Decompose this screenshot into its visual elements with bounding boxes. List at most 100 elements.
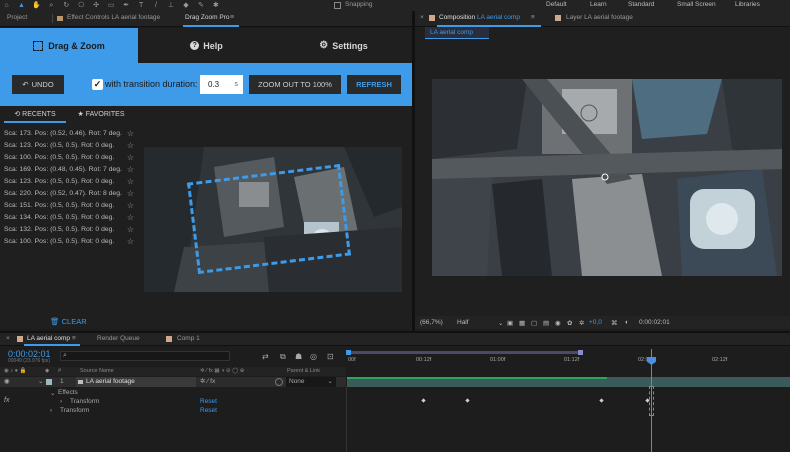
- close-icon[interactable]: ×: [6, 335, 10, 342]
- tab-recents[interactable]: ⟲ RECENTS: [4, 109, 66, 123]
- exposure-icon[interactable]: ✲: [579, 319, 584, 327]
- keyframe[interactable]: [599, 398, 604, 403]
- work-area-bar[interactable]: [346, 351, 580, 354]
- expand-chevron-icon[interactable]: ›: [50, 407, 52, 414]
- zoom-level[interactable]: (66,7%): [420, 319, 443, 326]
- transform-group[interactable]: Transform: [60, 407, 89, 414]
- tab-effect-controls[interactable]: Effect Controls LA aerial footage: [67, 14, 160, 21]
- clone-tool-icon[interactable]: ⊥: [166, 1, 175, 10]
- comp-breadcrumb[interactable]: LA aerial comp: [425, 27, 489, 39]
- recent-item[interactable]: Sca: 169. Pos: (0.48, 0.45). Rot: 7 deg.…: [0, 164, 138, 176]
- color-icon[interactable]: ✿: [567, 319, 572, 327]
- tab-layer[interactable]: Layer LA aerial footage: [566, 14, 633, 21]
- puppet-tool-icon[interactable]: ✱: [211, 1, 220, 10]
- eraser-tool-icon[interactable]: ◆: [181, 1, 190, 10]
- effects-label[interactable]: Effects: [58, 389, 78, 396]
- workspace-standard[interactable]: Standard: [628, 1, 654, 8]
- layer-switches-icons[interactable]: ✲ ⁄ fx: [200, 377, 215, 387]
- comp-mini-flowchart-icon[interactable]: ⇄: [262, 352, 269, 361]
- tab-project[interactable]: Project: [7, 14, 27, 21]
- shy-icon[interactable]: ☗: [295, 352, 302, 361]
- keyframe[interactable]: [465, 398, 470, 403]
- reset-link[interactable]: Reset: [200, 398, 217, 405]
- recent-item[interactable]: Sca: 132. Pos: (0.5, 0.5). Rot: 0 deg. ☆: [0, 224, 138, 236]
- col-source-name[interactable]: Source Name: [80, 368, 114, 374]
- favorite-star-icon[interactable]: ☆: [127, 164, 134, 176]
- show-snapshot-icon[interactable]: ◐: [625, 319, 629, 326]
- tab-help[interactable]: ? Help: [138, 28, 275, 63]
- transparency-grid-icon[interactable]: ▦: [519, 319, 525, 327]
- expand-chevron-icon[interactable]: ›: [60, 398, 62, 405]
- guides-icon[interactable]: ▤: [543, 319, 549, 327]
- layer-row[interactable]: ◉ ⌄ 1 LA aerial footage ✲ ⁄ fx None ⌄: [0, 377, 346, 387]
- exposure-value[interactable]: +0,0: [589, 319, 602, 326]
- label-color-swatch[interactable]: [46, 379, 52, 385]
- keyframe[interactable]: [421, 398, 426, 403]
- tab-render-queue[interactable]: Render Queue: [97, 335, 140, 342]
- workspace-libraries[interactable]: Libraries: [735, 1, 760, 8]
- recent-item[interactable]: Sca: 100. Pos: (0.5, 0.5). Rot: 0 deg. ☆: [0, 152, 138, 164]
- transform-effect[interactable]: Transform: [70, 398, 99, 405]
- layer-duration-bar[interactable]: [347, 377, 790, 387]
- favorite-star-icon[interactable]: ☆: [127, 212, 134, 224]
- recent-item[interactable]: Sca: 173. Pos: (0.52, 0.46). Rot: 7 deg.…: [0, 128, 138, 140]
- graph-editor-icon[interactable]: ⊡: [327, 352, 334, 361]
- mask-icon[interactable]: ▢: [531, 319, 537, 327]
- workspace-default[interactable]: Default: [546, 1, 567, 8]
- tab-comp-1[interactable]: Comp 1: [177, 335, 200, 342]
- close-icon[interactable]: ×: [420, 14, 424, 21]
- workspace-small-screen[interactable]: Small Screen: [677, 1, 716, 8]
- layer-name[interactable]: LA aerial footage: [76, 377, 196, 387]
- timeline-menu-icon[interactable]: ≡: [72, 335, 76, 342]
- comp-menu-icon[interactable]: ≡: [531, 14, 535, 21]
- type-tool-icon[interactable]: T: [137, 1, 146, 10]
- home-icon[interactable]: ⌂: [2, 1, 11, 10]
- brush-tool-icon[interactable]: /: [152, 1, 161, 10]
- favorite-star-icon[interactable]: ☆: [127, 224, 134, 236]
- pickwhip-icon[interactable]: [275, 378, 283, 386]
- recent-item[interactable]: Sca: 151. Pos: (0.5, 0.5). Rot: 0 deg. ☆: [0, 200, 138, 212]
- pan-behind-icon[interactable]: ✣: [92, 1, 101, 10]
- roto-tool-icon[interactable]: ✎: [196, 1, 205, 10]
- tab-drag-zoom[interactable]: Drag & Zoom: [0, 28, 138, 63]
- reset-link[interactable]: Reset: [200, 407, 217, 414]
- camera-tool-icon[interactable]: ⎔: [77, 1, 86, 10]
- expand-chevron-icon[interactable]: ⌄: [50, 389, 55, 397]
- refresh-button[interactable]: REFRESH: [347, 75, 401, 94]
- panel-menu-icon[interactable]: ≡: [230, 14, 234, 21]
- tab-favorites[interactable]: ★ FAVORITES: [70, 109, 132, 123]
- hand-tool-icon[interactable]: ✋: [32, 1, 41, 10]
- draft-3d-icon[interactable]: ⧉: [280, 352, 286, 362]
- camera-icon[interactable]: ⌘: [611, 319, 618, 327]
- resolution-select[interactable]: Half: [457, 319, 469, 326]
- recent-item[interactable]: Sca: 100. Pos: (0.5, 0.5). Rot: 0 deg. ☆: [0, 236, 138, 248]
- zoom-tool-icon[interactable]: ⌕: [47, 1, 56, 10]
- work-area-end-handle[interactable]: [578, 350, 583, 355]
- comp-viewer[interactable]: [432, 79, 782, 276]
- favorite-star-icon[interactable]: ☆: [127, 128, 134, 140]
- zoom-out-button[interactable]: ZOOM OUT TO 100%: [249, 75, 341, 94]
- tab-la-aerial-comp[interactable]: LA aerial comp: [27, 335, 70, 342]
- favorite-star-icon[interactable]: ☆: [127, 140, 134, 152]
- preview-canvas[interactable]: [144, 147, 402, 292]
- tab-drag-zoom-pro[interactable]: Drag Zoom Pro: [185, 14, 229, 21]
- favorite-star-icon[interactable]: ☆: [127, 176, 134, 188]
- clear-button[interactable]: 🗑 CLEAR: [50, 317, 87, 326]
- recent-item[interactable]: Sca: 123. Pos: (0.5, 0.5). Rot: 0 deg. ☆: [0, 176, 138, 188]
- tab-settings[interactable]: ⚙ Settings: [275, 28, 412, 63]
- channel-icon[interactable]: ◉: [555, 319, 561, 327]
- current-timecode[interactable]: 0:00:02:01: [639, 319, 670, 326]
- undo-button[interactable]: ↶ UNDO: [12, 75, 64, 94]
- duration-input[interactable]: 0.3 s: [200, 75, 243, 94]
- rectangle-tool-icon[interactable]: ▭: [107, 1, 116, 10]
- snapping-checkbox[interactable]: [334, 2, 341, 9]
- recent-item[interactable]: Sca: 134. Pos: (0.5, 0.5). Rot: 0 deg. ☆: [0, 212, 138, 224]
- tab-composition[interactable]: Composition LA aerial comp: [439, 14, 520, 21]
- timeline-search-input[interactable]: ⌕: [60, 351, 230, 361]
- selection-tool-icon[interactable]: ▲: [17, 1, 26, 10]
- expand-chevron-icon[interactable]: ⌄: [38, 377, 43, 387]
- favorite-star-icon[interactable]: ☆: [127, 152, 134, 164]
- region-icon[interactable]: ▣: [507, 319, 513, 327]
- favorite-star-icon[interactable]: ☆: [127, 200, 134, 212]
- parent-select[interactable]: None ⌄: [286, 377, 336, 387]
